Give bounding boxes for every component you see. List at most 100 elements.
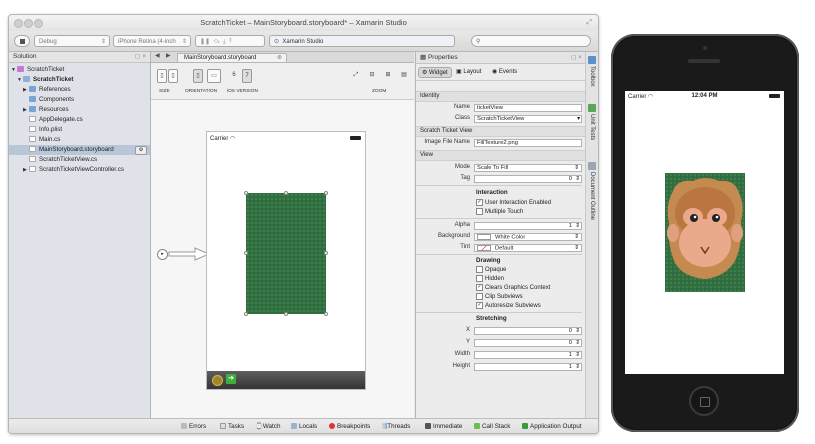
- sim-time: 12:04 PM: [691, 93, 718, 99]
- watch-pad-button[interactable]: ⌚Watch: [255, 422, 280, 431]
- clip-subviews-checkbox[interactable]: Clip Subviews: [476, 293, 523, 300]
- multiple-touch-checkbox[interactable]: Multiple Touch: [476, 208, 523, 215]
- name-field[interactable]: ticketView: [474, 103, 582, 112]
- resize-handle[interactable]: [324, 251, 328, 255]
- tree-item-references[interactable]: ▶ References: [9, 85, 150, 95]
- zoom-actual-icon[interactable]: ▤: [399, 69, 409, 83]
- debug-controls[interactable]: ❚❚ ⤼ ⤓ ⤒: [195, 35, 265, 47]
- run-button[interactable]: [14, 35, 30, 47]
- stretch-y-stepper[interactable]: 0 ⇕: [474, 338, 582, 347]
- zoom-in-icon[interactable]: ⊞: [383, 69, 393, 83]
- resize-handle[interactable]: [244, 251, 248, 255]
- stepper-icon[interactable]: ⇕: [575, 328, 580, 334]
- size-alt-button[interactable]: ▯: [168, 69, 178, 83]
- hidden-checkbox[interactable]: Hidden: [476, 275, 504, 282]
- ios6-button[interactable]: 6: [229, 69, 239, 83]
- stepper-icon[interactable]: ⇕: [575, 352, 580, 358]
- view-controller-scene[interactable]: Carrier ◠ ➜: [206, 131, 366, 390]
- exit-icon[interactable]: ➜: [226, 374, 236, 384]
- gear-icon[interactable]: ⚙: [135, 146, 147, 155]
- tab-left-arrow-icon[interactable]: ◀: [155, 52, 160, 59]
- tab-toolbox[interactable]: Toolbox: [589, 66, 595, 87]
- stepper-icon[interactable]: ⇕: [575, 364, 580, 370]
- stepper-icon[interactable]: ⇕: [575, 223, 580, 229]
- class-combo[interactable]: ScratchTicketView ▾: [474, 114, 582, 123]
- checked-icon: ✓: [476, 302, 483, 309]
- mode-select[interactable]: Scale To Fill ⇕: [474, 163, 582, 172]
- tree-item-main[interactable]: Main.cs: [9, 135, 150, 145]
- resize-handle[interactable]: [244, 191, 248, 195]
- minimize-window-button[interactable]: [24, 19, 33, 28]
- configuration-select[interactable]: Debug ⇕: [34, 35, 110, 47]
- tree-item-infoplist[interactable]: Info.plist: [9, 125, 150, 135]
- tree-item-solution[interactable]: ▼ ScratchTicket: [9, 65, 150, 75]
- tree-item-scratchticketview[interactable]: ScratchTicketView.cs: [9, 155, 150, 165]
- locals-pad-button[interactable]: Locals: [291, 422, 317, 431]
- stretch-width-stepper[interactable]: 1 ⇕: [474, 350, 582, 359]
- pad-close-icon[interactable]: ◻ ×: [135, 52, 146, 62]
- call-stack-pad-button[interactable]: Call Stack: [474, 422, 510, 431]
- scratch-ticket-view[interactable]: [665, 173, 745, 292]
- scratch-ticket-view[interactable]: [246, 193, 326, 314]
- stretch-height-stepper[interactable]: 1 ⇕: [474, 362, 582, 371]
- close-window-button[interactable]: [14, 19, 23, 28]
- close-tab-icon[interactable]: ⊗: [277, 54, 282, 63]
- tab-events[interactable]: ◉ Events: [492, 68, 517, 75]
- resize-handle[interactable]: [284, 191, 288, 195]
- threads-pad-button[interactable]: ⇶Threads: [382, 422, 410, 431]
- resize-handle[interactable]: [284, 312, 288, 316]
- orientation-portrait-button[interactable]: ▯: [193, 69, 203, 83]
- opaque-checkbox[interactable]: Opaque: [476, 266, 506, 273]
- alpha-stepper[interactable]: 1 ⇕: [474, 221, 582, 230]
- pad-close-icon[interactable]: ◻ ×: [571, 52, 582, 63]
- user-interaction-checkbox[interactable]: ✓ User Interaction Enabled: [476, 199, 551, 206]
- resize-handle[interactable]: [244, 312, 248, 316]
- tab-mainstoryboard[interactable]: MainStoryboard.storyboard ⊗: [177, 53, 287, 62]
- home-button[interactable]: [689, 386, 719, 416]
- storyboard-canvas[interactable]: ▸ Carrier ◠ ➜: [151, 100, 414, 418]
- tree-item-resources[interactable]: ▶ Resources: [9, 105, 150, 115]
- project-icon: [23, 76, 30, 83]
- tree-item-components[interactable]: Components: [9, 95, 150, 105]
- locals-icon: [291, 423, 297, 429]
- orientation-landscape-button[interactable]: ▭: [207, 69, 221, 83]
- resize-handle[interactable]: [324, 312, 328, 316]
- tab-document-outline[interactable]: Document Outline: [589, 172, 595, 220]
- resize-handle[interactable]: [324, 191, 328, 195]
- stretch-x-stepper[interactable]: 0 ⇕: [474, 326, 582, 335]
- autoresize-checkbox[interactable]: ✓ Autoresize Subviews: [476, 302, 541, 309]
- tree-item-project[interactable]: ▼ ScratchTicket: [9, 75, 150, 85]
- tree-item-storyboard[interactable]: MainStoryboard.storyboard ⚙: [9, 145, 150, 155]
- errors-pad-button[interactable]: Errors: [181, 422, 206, 431]
- application-output-pad-button[interactable]: Application Output: [522, 422, 581, 431]
- tab-right-arrow-icon[interactable]: ▶: [166, 52, 171, 59]
- tasks-pad-button[interactable]: Tasks: [220, 422, 244, 431]
- zoom-window-button[interactable]: [34, 19, 43, 28]
- tree-item-appdelegate[interactable]: AppDelegate.cs: [9, 115, 150, 125]
- tint-select[interactable]: Default ⇕: [474, 243, 582, 252]
- tint-row: Tint Default ⇕: [416, 243, 586, 252]
- device-select[interactable]: iPhone Retina (4-inch ⇕: [113, 35, 191, 47]
- stepper-icon[interactable]: ⇕: [575, 176, 580, 182]
- stepper-icon[interactable]: ⇕: [575, 340, 580, 346]
- tab-unit-tests[interactable]: Unit Tests: [589, 114, 595, 140]
- ios7-button[interactable]: 7: [242, 69, 252, 83]
- updown-icon: ⇕: [100, 39, 106, 45]
- tree-item-viewcontroller[interactable]: ▶ ScratchTicketViewController.cs: [9, 165, 150, 175]
- zoom-label: ZOOM: [372, 89, 387, 94]
- tab-layout[interactable]: ▣ Layout: [456, 68, 481, 75]
- tab-widget[interactable]: ⚙ Widget: [418, 67, 452, 78]
- immediate-pad-button[interactable]: Immediate: [425, 422, 462, 431]
- properties-pad: ▦ Properties ◻ × ⚙ Widget ▣ Layout ◉ Eve…: [415, 52, 586, 418]
- tag-stepper[interactable]: 0 ⇕: [474, 174, 582, 183]
- search-input[interactable]: ⚲: [471, 35, 591, 47]
- zoom-fit-icon[interactable]: ⤢: [351, 69, 361, 83]
- clears-graphics-checkbox[interactable]: ✓ Clears Graphics Context: [476, 284, 550, 291]
- fullscreen-icon[interactable]: ⤢: [586, 15, 592, 31]
- zoom-out-icon[interactable]: ⊟: [367, 69, 377, 83]
- image-file-field[interactable]: FillTexture2.png: [474, 138, 582, 147]
- size-button[interactable]: ▯: [157, 69, 167, 83]
- background-select[interactable]: White Color ⇕: [474, 232, 582, 241]
- breakpoints-pad-button[interactable]: Breakpoints: [329, 422, 370, 431]
- first-responder-icon[interactable]: [212, 375, 223, 386]
